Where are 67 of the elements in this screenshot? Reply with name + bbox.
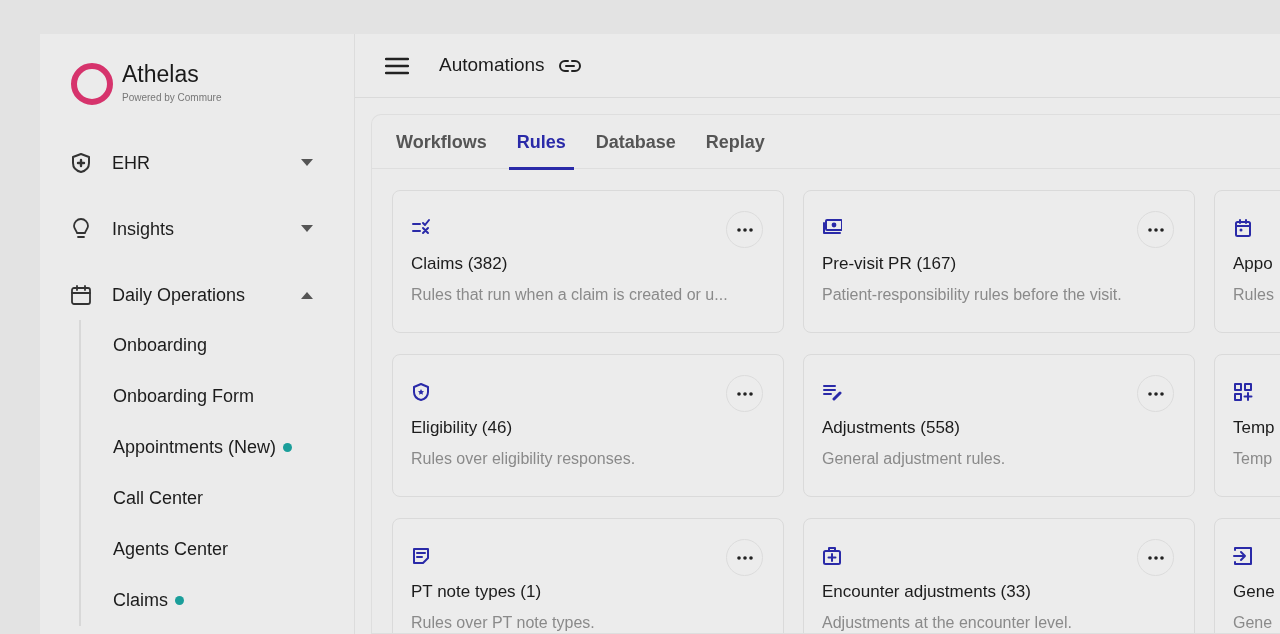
sidebar-item[interactable]: Onboarding [113,332,208,359]
card-title: Temp [1233,417,1276,439]
sidebar-item[interactable]: Call Center [113,485,204,512]
card-title: Eligibility (46) [411,417,514,439]
sidebar-section[interactable]: EHR [70,130,354,196]
card-title: Pre-visit PR (167) [822,253,958,275]
card-description: Temp [1233,448,1274,469]
rule-card[interactable]: Encounter adjustments (33) Adjustments at the encounter level. [803,518,1195,633]
sidebar-item[interactable]: Onboarding Form [113,383,255,410]
calendar-icon [70,284,92,306]
rule-card[interactable]: Eligibility (46) Rules over eligibility responses. [392,354,784,497]
note-icon [411,545,431,566]
rule-card[interactable]: PT note types (1) Rules over PT note types. [392,518,784,633]
card-description: Rules over eligibility responses. [411,448,637,469]
lightbulb-icon [70,218,92,240]
enter-arrow-icon [1233,545,1253,566]
rule-card[interactable]: Temp Temp [1214,354,1280,497]
shield-star-icon [411,381,431,402]
menu-icon[interactable] [385,56,409,75]
more-button[interactable] [1137,375,1174,412]
card-title: Encounter adjustments (33) [822,581,1032,603]
more-icon [736,555,753,560]
more-button[interactable] [726,211,763,248]
card-description: Rules that run when a claim is created or u... [411,284,729,305]
card-title: Adjustments (558) [822,417,961,439]
more-icon [1147,555,1164,560]
grid-plus-icon [1233,381,1253,402]
card-description: Patient-responsibility rules before the visit. [822,284,1123,305]
rule-card[interactable]: Claims (382) Rules that run when a claim is created or u... [392,190,784,333]
page-title: Automations [439,53,545,78]
more-button[interactable] [726,375,763,412]
card-description: General adjustment rules. [822,448,1007,469]
card-description: Adjustments at the encounter level. [822,612,1073,633]
card-title: Claims (382) [411,253,509,275]
rule-card[interactable]: Adjustments (558) General adjustment rules. [803,354,1195,497]
more-button[interactable] [726,539,763,576]
card-description: Rules over PT note types. [411,612,596,633]
tab[interactable]: Workflows [388,115,505,169]
more-button[interactable] [1137,211,1174,248]
sidebar-item[interactable]: Agents Center [113,536,229,563]
brand-name: Athelas [122,63,200,86]
brand-tagline: Powered by Commure [122,91,222,105]
sidebar-section[interactable]: Insights [70,196,354,262]
more-icon [1147,227,1164,232]
medkit-icon [822,545,842,566]
rule-card[interactable]: Appo Rules [1214,190,1280,333]
shield-plus-icon [70,152,92,174]
logo-ring-icon [70,62,114,106]
more-icon [1147,391,1164,396]
more-icon [736,227,753,232]
card-description: Gene [1233,612,1274,633]
sidebar-section[interactable]: Daily Operations [70,262,354,328]
sidebar-item[interactable]: Appointments (New) [113,434,277,461]
rule-card[interactable]: Pre-visit PR (167) Patient-responsibility rules before the visit. [803,190,1195,333]
sidebar-item[interactable]: Claims [113,587,168,614]
tab[interactable]: Database [587,115,694,169]
card-title: Gene [1233,581,1276,603]
rule-card[interactable]: Gene Gene [1214,518,1280,633]
tab[interactable]: Replay [697,115,783,169]
more-button[interactable] [1137,539,1174,576]
tab[interactable]: Rules [508,115,584,169]
card-description: Rules [1233,284,1275,305]
card-title: Appo [1233,253,1274,275]
more-icon [736,391,753,396]
calendar-icon [1233,217,1253,238]
link-icon[interactable] [558,58,581,73]
card-title: PT note types (1) [411,581,543,603]
